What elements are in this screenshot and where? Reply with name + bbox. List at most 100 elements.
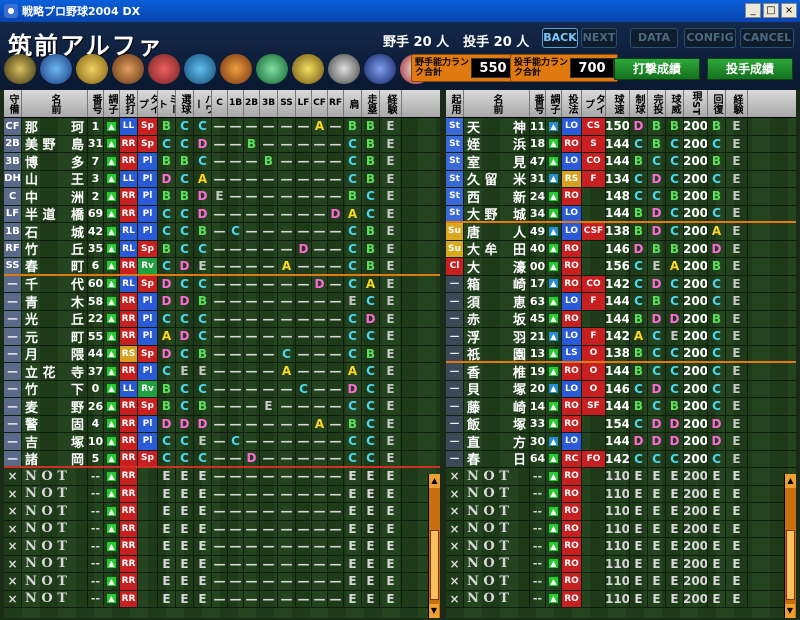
pitcher-row[interactable]: 一直方 30 ▲ LO 144 D D D 200 D E [446, 433, 796, 451]
scroll-thumb[interactable] [786, 530, 795, 600]
pitching-stats-button[interactable]: 投手成績 [707, 58, 793, 80]
power-grade: E [194, 363, 212, 380]
fielder-row[interactable]: CF 那珂 1 ▲ LL Sp B C C — — — — — — A — B B E [4, 118, 440, 136]
cancel-button[interactable]: CANCEL [740, 28, 794, 48]
fielder-row[interactable]: RF 竹丘 35 ▲ RL Sp B C C — — — — — D — — C B E [4, 240, 440, 258]
fielder-row[interactable]: 3B 博多 7 ▲ RR Pl B B C — — — B — — — — C B E [4, 153, 440, 171]
grade: E [630, 468, 648, 485]
pitcher-row[interactable]: 一飯塚 33 ▲ RO 154 C D D 200 D E [446, 415, 796, 433]
team-logo-icon[interactable] [76, 54, 108, 84]
team-logo-icon[interactable] [328, 54, 360, 84]
batter-type-badge [138, 468, 158, 485]
pitcher-row[interactable]: St 大 野城 34 ▲ LO 144 B D C 200 C E [446, 205, 796, 223]
team-logo-icon[interactable] [184, 54, 216, 84]
fielder-row[interactable]: SS 春町 6 ▲ RR Rv C D E — — — — A — — — C B E [4, 258, 440, 276]
fielder-row[interactable]: 一立 花寺 37 ▲ RR Pl C E E — — — — A — — — A C E [4, 363, 440, 381]
team-logo-icon[interactable] [112, 54, 144, 84]
jersey-number: 60 [88, 275, 104, 292]
minimize-button[interactable]: _ [745, 3, 761, 18]
pitcher-row[interactable]: 一春日 64 ▲ RC FO 142 C C C 200 C E [446, 450, 796, 468]
player-name: 春町 [22, 258, 88, 274]
batter-type-label: Sp [138, 450, 157, 466]
pitcher-row[interactable]: 一祇園 13 ▲ LS O 138 B C C 200 C E [446, 345, 796, 363]
title-bar: 戦略プロ野球2004 DX _ □ × [0, 0, 800, 22]
recovery-grade: B [708, 153, 726, 170]
fielder-row[interactable]: 一麦野 26 ▲ RR Sp B C B — — — E — — — — C C E [4, 398, 440, 416]
batting-stats-button[interactable]: 打撃成績 [614, 58, 700, 80]
pitch-type-label: O [582, 380, 605, 397]
pitcher-row[interactable]: 一箱崎 17 ▲ RO CO 142 C D C 200 C E [446, 275, 796, 293]
fielder-row[interactable]: 一元町 55 ▲ RR Pl A D C — — — — — — — — C C E [4, 328, 440, 346]
team-logo-icon[interactable] [292, 54, 324, 84]
fielder-row[interactable]: 一青木 58 ▲ RR Pl D D B — — — — — — — — E C E [4, 293, 440, 311]
pitcher-header-row: 起用 名前 番号 調子 投法 タイプ 球速 制球 完投 球威 現ST 回復 経験 [446, 90, 796, 118]
fielding-grade: — [260, 503, 278, 520]
pitcher-row[interactable]: 一赤坂 45 ▲ RO 144 B D D 200 B E [446, 310, 796, 328]
pitcher-row[interactable]: 一香椎 19 ▲ RO O 144 B C C 200 C E [446, 363, 796, 381]
pitcher-scrollbar[interactable]: ▲ ▼ [784, 474, 796, 618]
velocity-value: 144 [606, 310, 630, 327]
fielding-grade: — [278, 223, 296, 240]
back-button[interactable]: BACK [542, 28, 578, 48]
running-grade: B [362, 170, 380, 187]
grade: E [362, 503, 380, 520]
maximize-button[interactable]: □ [763, 3, 779, 18]
close-button[interactable]: × [781, 3, 797, 18]
pitcher-row[interactable]: St 姪浜 18 ▲ RO S 144 C B C 200 C E [446, 135, 796, 153]
team-logo-icon[interactable] [256, 54, 288, 84]
pitcher-row[interactable]: 一藤崎 14 ▲ RO SF 144 B C B 200 C E [446, 398, 796, 416]
team-logo-icon[interactable] [148, 54, 180, 84]
fielding-grade: — [260, 538, 278, 555]
data-button[interactable]: DATA [630, 28, 678, 48]
pitcher-row[interactable]: 一浮羽 21 ▲ LO F 142 A C E 200 C E [446, 328, 796, 346]
fielder-row[interactable]: 一警固 4 ▲ RR Pl D D D — — — — — — A — B C E [4, 415, 440, 433]
scroll-down-icon[interactable]: ▼ [785, 604, 795, 618]
condition-icon: ▲ [546, 205, 562, 221]
experience-grade: E [726, 293, 748, 310]
fielder-row[interactable]: 一竹下 0 ▲ LL Rv B C C — — — — — C — — D C E [4, 380, 440, 398]
fielder-row[interactable]: 2B 美 野島 31 ▲ RR Sp C C D — — B — — — — — C B E [4, 135, 440, 153]
fielder-row[interactable]: 一光丘 22 ▲ RR Pl C C C — — — — — — — — C D E [4, 310, 440, 328]
pitcher-row[interactable]: St 久 留米 31 ▲ RS F 134 C D C 200 C E [446, 170, 796, 188]
grade: E [158, 485, 176, 502]
fielding-grade: — [244, 223, 260, 240]
team-logo-icon[interactable] [364, 54, 396, 84]
scroll-up-icon[interactable]: ▲ [785, 474, 796, 488]
jersey-number: 35 [88, 240, 104, 257]
fielder-row[interactable]: 一千代 60 ▲ RL Sp D C C — — — — — — D — C A E [4, 275, 440, 293]
fielder-row[interactable]: 一諸岡 5 ▲ RR Sp C C C — — D — — — — — C C E [4, 450, 440, 468]
pitcher-row[interactable]: 一貝塚 20 ▲ LO O 146 C D C 200 C E [446, 380, 796, 398]
team-logo-icon[interactable] [40, 54, 72, 84]
fielder-row[interactable]: 1B 石城 42 ▲ RL Pl C C B — C — — — — — — C B E [4, 223, 440, 241]
fielder-row[interactable]: 一月隈 44 ▲ RS Sp D C B — — — — C — — — C B E [4, 345, 440, 363]
fielder-row[interactable]: C 中洲 2 ▲ RR Pl B B D E — — — — — — — B C E [4, 188, 440, 206]
meet-grade: C [158, 258, 176, 274]
name-first: 半 道 [25, 208, 56, 222]
fielding-grade: — [244, 240, 260, 257]
pitcher-row[interactable]: Cl 大濠 00 ▲ RO 156 C E A 200 B E [446, 258, 796, 276]
pitcher-row[interactable]: Su 大 牟田 40 ▲ RO 146 D B B 200 D E [446, 240, 796, 258]
pitcher-row[interactable]: St 西新 24 ▲ RO 148 C C B 200 B E [446, 188, 796, 206]
config-button[interactable]: CONFIG [684, 28, 736, 48]
team-logo-icon[interactable] [4, 54, 36, 84]
fielder-row[interactable]: LF 半 道橋 69 ▲ RR Pl C C D — — — — — — — D A C E [4, 205, 440, 223]
next-button[interactable]: NEXT [581, 28, 617, 48]
scroll-down-icon[interactable]: ▼ [429, 604, 439, 618]
fielder-row[interactable]: DH 山王 3 ▲ LL Pl D C A — — — — — — — — C B E [4, 170, 440, 188]
velocity-value: 110 [606, 520, 630, 537]
pitcher-row[interactable]: 一須恵 63 ▲ LO F 144 C B C 200 C E [446, 293, 796, 311]
scroll-thumb[interactable] [430, 530, 439, 600]
fielding-grade: — [328, 275, 344, 292]
team-logo-icon[interactable] [220, 54, 252, 84]
pitcher-row[interactable]: St 室見 47 ▲ LO CO 144 B C C 200 B E [446, 153, 796, 171]
fielder-row[interactable]: 一吉塚 10 ▲ RR Pl C C E — C — — — — — — C C E [4, 433, 440, 451]
fielder-column-header: RF [328, 90, 344, 117]
pitcher-row[interactable]: Su 唐人 49 ▲ LO CSF 138 B D C 200 A E [446, 223, 796, 241]
pitcher-row[interactable]: St 天神 11 ▲ LO CS 150 D B B 200 B E [446, 118, 796, 136]
jersey-number: 31 [88, 135, 104, 152]
name-first: 直 [467, 435, 481, 450]
scroll-up-icon[interactable]: ▲ [429, 474, 440, 488]
throwing-style-badge: LO [562, 153, 582, 170]
fielder-scrollbar[interactable]: ▲ ▼ [428, 474, 440, 618]
power-grade: C [194, 310, 212, 327]
